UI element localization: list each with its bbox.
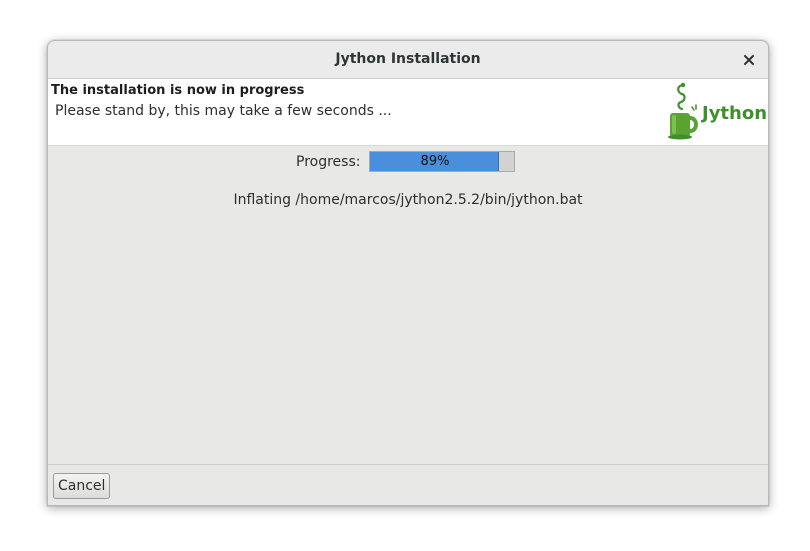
installer-window: Jython Installation The installation is … [47, 40, 769, 506]
jython-logo: Jython [666, 81, 768, 141]
window-title: Jython Installation [335, 51, 481, 67]
header-title: The installation is now in progress [51, 83, 305, 98]
status-text: Inflating /home/marcos/jython2.5.2/bin/j… [233, 192, 583, 208]
title-bar[interactable]: Jython Installation [48, 41, 768, 79]
cancel-button[interactable]: Cancel [53, 473, 111, 499]
close-button[interactable] [738, 49, 760, 71]
progress-label: Progress: [296, 154, 361, 170]
footer: Cancel [48, 464, 768, 505]
header-panel: The installation is now in progress Plea… [48, 79, 768, 146]
close-icon [744, 55, 754, 65]
progress-bar: 89% [369, 151, 515, 172]
progress-percent: 89% [420, 154, 450, 169]
logo-text: Jython [702, 103, 768, 124]
header-subtitle: Please stand by, this may take a few sec… [55, 103, 392, 119]
progress-row: Progress: 89% [48, 151, 768, 175]
